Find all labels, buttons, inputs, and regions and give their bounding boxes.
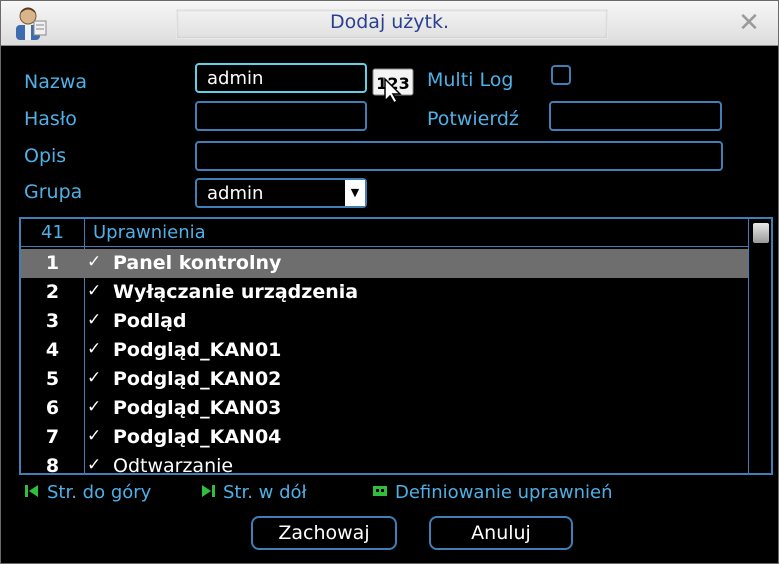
multilog-label: Multi Log	[427, 69, 514, 91]
password-field[interactable]	[195, 101, 367, 131]
name-label: Nazwa	[24, 71, 88, 93]
permission-row[interactable]: 2 ✓ Wyłączanie urządzenia	[21, 278, 749, 307]
permissions-header: 41 Uprawnienia	[21, 219, 749, 247]
name-value: admin	[207, 68, 264, 89]
function-key-icon	[373, 486, 387, 496]
page-up-label: Str. do góry	[47, 482, 152, 503]
row-number: 3	[45, 310, 60, 332]
check-icon[interactable]: ✓	[87, 397, 101, 417]
description-label: Opis	[24, 145, 67, 167]
permission-name: Panel kontrolny	[113, 252, 282, 274]
row-number: 8	[45, 455, 60, 475]
confirm-label: Potwierdź	[427, 108, 519, 130]
page-down-hint[interactable]: Str. w dół	[201, 482, 307, 503]
check-icon[interactable]: ✓	[87, 368, 101, 388]
scroll-thumb[interactable]	[753, 223, 769, 243]
multilog-checkbox[interactable]	[551, 65, 571, 85]
page-up-hint[interactable]: Str. do góry	[25, 482, 151, 503]
check-icon[interactable]: ✓	[87, 281, 101, 301]
permission-name: Wyłączanie urządzenia	[113, 281, 359, 303]
dialog-title: Dodaj użytk.	[329, 11, 450, 33]
password-label: Hasło	[24, 108, 77, 130]
row-number: 5	[45, 368, 60, 390]
confirm-password-field[interactable]	[549, 101, 722, 131]
permission-row[interactable]: 7 ✓ Podgląd_KAN04	[21, 423, 749, 452]
check-icon[interactable]: ✓	[87, 426, 101, 446]
page-down-label: Str. w dół	[223, 482, 307, 503]
group-value: admin	[207, 183, 264, 204]
permission-row[interactable]: 4 ✓ Podgląd_KAN01	[21, 336, 749, 365]
description-field[interactable]	[195, 141, 723, 171]
check-icon[interactable]: ✓	[87, 252, 101, 272]
permission-row[interactable]: 5 ✓ Podgląd_KAN02	[21, 365, 749, 394]
list-scrollbar[interactable]	[748, 219, 771, 473]
chevron-down-icon[interactable]: ▼	[345, 180, 365, 206]
permission-row[interactable]: 8 ✓ Odtwarzanie	[21, 452, 749, 475]
permission-name: Podgląd_KAN01	[113, 339, 282, 361]
cancel-button[interactable]: Anuluj	[429, 516, 573, 550]
row-number: 4	[45, 339, 60, 361]
check-icon[interactable]: ✓	[87, 310, 101, 330]
define-permissions-hint[interactable]: Definiowanie uprawnień	[373, 482, 613, 503]
check-icon[interactable]: ✓	[87, 455, 101, 473]
permissions-list: 41 Uprawnienia 1 ✓ Panel kontrolny 2 ✓ W…	[19, 217, 773, 475]
permissions-column-title: Uprawnienia	[93, 222, 206, 243]
define-permissions-label: Definiowanie uprawnień	[395, 482, 613, 503]
group-select[interactable]: admin ▼	[195, 178, 367, 208]
save-button[interactable]: Zachowaj	[251, 516, 397, 550]
keyboard-icon[interactable]: 123	[371, 67, 417, 103]
check-icon[interactable]: ✓	[87, 339, 101, 359]
permission-name: Podląd	[113, 310, 187, 332]
row-number: 7	[45, 426, 60, 448]
permission-name: Odtwarzanie	[113, 455, 234, 475]
row-number: 2	[45, 281, 60, 303]
permission-name: Podgląd_KAN03	[113, 397, 282, 419]
name-field[interactable]: admin	[195, 63, 367, 93]
permission-name: Podgląd_KAN04	[113, 426, 282, 448]
permissions-count: 41	[41, 222, 64, 243]
row-number: 1	[45, 252, 60, 274]
permission-name: Podgląd_KAN02	[113, 368, 282, 390]
permission-row[interactable]: 3 ✓ Podląd	[21, 307, 749, 336]
permission-row[interactable]: 1 ✓ Panel kontrolny	[21, 249, 749, 278]
page-up-icon	[25, 485, 38, 497]
row-number: 6	[45, 397, 60, 419]
permission-row[interactable]: 6 ✓ Podgląd_KAN03	[21, 394, 749, 423]
close-icon[interactable]: ✕	[735, 9, 763, 37]
title-bar: Dodaj użytk. ✕	[1, 1, 778, 46]
group-label: Grupa	[24, 181, 83, 203]
page-down-icon	[202, 485, 215, 497]
add-user-dialog: Dodaj użytk. ✕ Nazwa admin 123 Multi Log…	[0, 0, 779, 564]
